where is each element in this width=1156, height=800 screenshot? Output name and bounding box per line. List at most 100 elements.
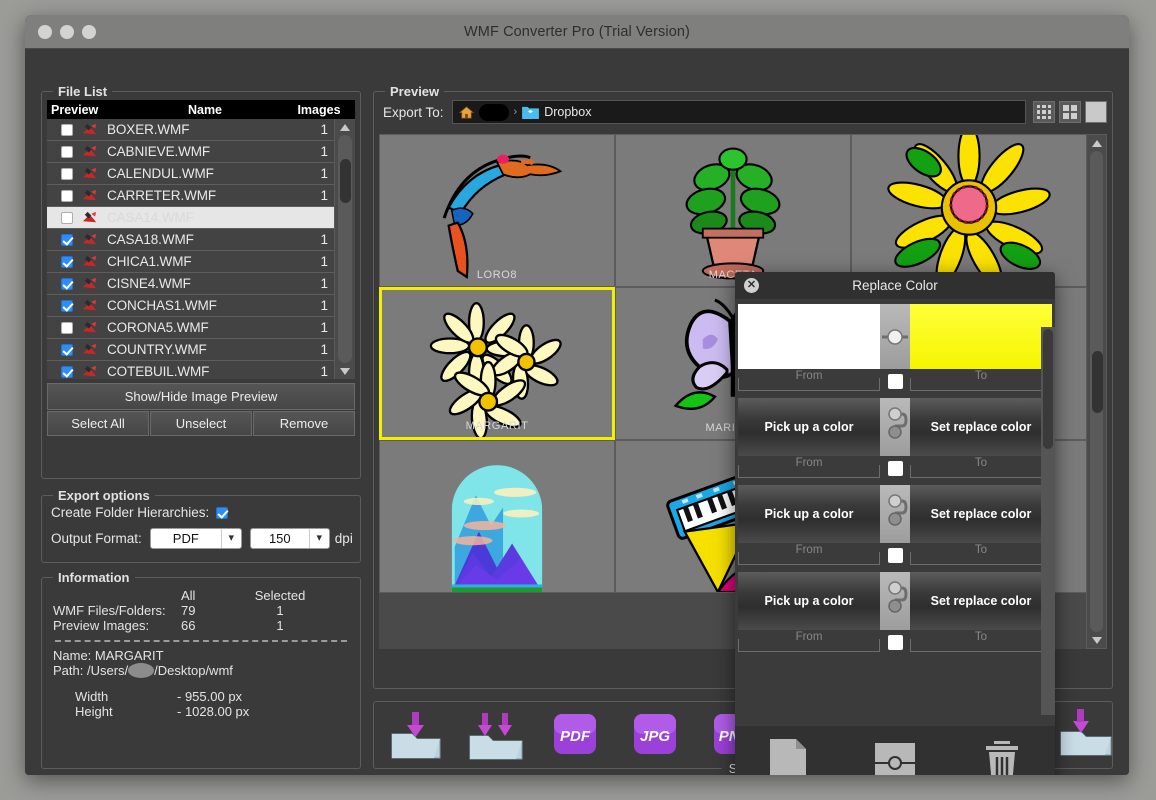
close-icon[interactable]: ✕ [744, 278, 759, 293]
to-field[interactable]: To [910, 630, 1052, 652]
from-label: From [788, 630, 830, 643]
row-enable-checkbox[interactable] [880, 460, 910, 476]
replace-color-scrollbar[interactable] [1041, 327, 1055, 715]
row-checkbox[interactable] [61, 365, 73, 378]
wmf-file-icon [82, 343, 97, 355]
view-mode-grid-2x2-button[interactable] [1059, 101, 1081, 123]
table-row[interactable]: COUNTRY.WMF 1 [47, 339, 334, 361]
info-path-suffix: /Desktop/wmf [154, 663, 233, 678]
set-replace-color-button[interactable]: Set replace color [910, 572, 1052, 630]
show-hide-image-preview-button[interactable]: Show/Hide Image Preview [47, 383, 355, 410]
pick-up-a-color-button[interactable]: Pick up a color [738, 398, 880, 456]
row-checkbox[interactable] [61, 123, 73, 136]
table-row[interactable]: CASA14.WMF [47, 207, 334, 229]
thumbnail-item[interactable]: LORO8 [379, 134, 615, 287]
info-width-value: - 955.00 px [177, 689, 243, 704]
table-row[interactable]: BOXER.WMF 1 [47, 119, 334, 141]
remove-button[interactable]: Remove [253, 411, 355, 436]
color-link-knob-icon[interactable] [880, 485, 910, 543]
table-row[interactable]: CABNIEVE.WMF 1 [47, 141, 334, 163]
row-checkbox[interactable] [61, 145, 73, 158]
table-row[interactable]: CISNE4.WMF 1 [47, 273, 334, 295]
row-checkbox[interactable] [61, 343, 73, 356]
pick-up-a-color-button[interactable]: Pick up a color [738, 485, 880, 543]
thumbnail-item[interactable] [379, 440, 615, 593]
from-field[interactable]: From [738, 630, 880, 652]
scroll-up-arrow-icon[interactable] [335, 119, 355, 135]
output-format-select[interactable]: PDF ▾ [149, 528, 242, 549]
row-checkbox[interactable] [61, 189, 73, 202]
unselect-button[interactable]: Unselect [150, 411, 252, 436]
row-enable-checkbox[interactable] [880, 373, 910, 389]
row-checkbox[interactable] [61, 233, 73, 246]
preview-scroll-track[interactable] [1090, 151, 1103, 632]
table-row[interactable]: CORONA5.WMF 1 [47, 317, 334, 339]
table-row[interactable]: CASA18.WMF 1 [47, 229, 334, 251]
table-row[interactable]: CHICA1.WMF 1 [47, 251, 334, 273]
column-name: Name [187, 102, 223, 117]
color-link-control[interactable] [880, 485, 910, 543]
from-field[interactable]: From [738, 369, 880, 391]
row-checkbox[interactable] [61, 255, 73, 268]
file-list-scrollbar[interactable] [334, 119, 355, 379]
color-link-knob-icon[interactable] [880, 398, 910, 456]
row-checkbox[interactable] [61, 299, 73, 312]
export-path-field[interactable]: › Dropbox [451, 100, 1026, 124]
create-folder-hierarchies-checkbox[interactable] [216, 506, 229, 519]
row-checkbox[interactable] [61, 211, 73, 224]
color-link-control[interactable] [880, 572, 910, 630]
daisies-artwork [429, 302, 562, 437]
from-field[interactable]: From [738, 456, 880, 478]
from-field[interactable]: From [738, 543, 880, 565]
color-link-control[interactable] [880, 398, 910, 456]
file-list-scroll-thumb[interactable] [340, 159, 351, 203]
file-list-scroll-track[interactable] [338, 135, 352, 363]
set-replace-color-button[interactable]: Set replace color [910, 485, 1052, 543]
to-color-swatch[interactable] [910, 304, 1052, 369]
view-mode-single-button[interactable] [1085, 101, 1107, 123]
row-enable-checkbox[interactable] [880, 634, 910, 650]
thumbnail-item[interactable]: MARGARIT [379, 287, 615, 440]
window-titlebar: WMF Converter Pro (Trial Version) [25, 15, 1129, 49]
output-format-label: Output Format: [51, 531, 142, 546]
row-checkbox[interactable] [61, 167, 73, 180]
preview-scrollbar[interactable] [1086, 134, 1107, 649]
view-mode-grid-3x3-button[interactable] [1033, 101, 1055, 123]
color-link-knob-icon[interactable] [880, 572, 910, 630]
save-as-jpg-icon[interactable]: JPG [628, 708, 684, 762]
table-row[interactable]: COTEBUIL.WMF 1 [47, 361, 334, 379]
thumbnail-item[interactable] [851, 134, 1087, 287]
save-as-pdf-icon[interactable]: PDF [548, 708, 604, 762]
scroll-down-arrow-icon[interactable] [1087, 632, 1106, 648]
to-field[interactable]: To [910, 456, 1052, 478]
to-field[interactable]: To [910, 369, 1052, 391]
scroll-up-arrow-icon[interactable] [1087, 135, 1106, 151]
thumbnail-item[interactable]: MACETA [615, 134, 851, 287]
table-row[interactable]: CALENDUL.WMF 1 [47, 163, 334, 185]
save-to-folders-icon[interactable] [468, 708, 524, 762]
select-all-button[interactable]: Select All [47, 411, 149, 436]
row-enable-checkbox[interactable] [880, 547, 910, 563]
row-checkbox[interactable] [61, 321, 73, 334]
color-link-knob-icon[interactable] [880, 304, 910, 369]
pick-up-a-color-button[interactable]: Pick up a color [738, 572, 880, 630]
set-replace-color-button[interactable]: Set replace color [910, 398, 1052, 456]
save-to-folder-icon[interactable] [388, 708, 444, 762]
scroll-down-arrow-icon[interactable] [335, 363, 355, 379]
delete-trash-icon[interactable] [974, 735, 1030, 775]
to-field[interactable]: To [910, 543, 1052, 565]
info-files-label: WMF Files/Folders: [53, 603, 166, 618]
information-header: All Selected [53, 588, 349, 603]
preview-scroll-thumb[interactable] [1092, 351, 1103, 413]
from-color-swatch[interactable] [738, 304, 880, 369]
replace-color-icon[interactable] [867, 735, 923, 775]
table-row[interactable]: CONCHAS1.WMF 1 [47, 295, 334, 317]
table-row[interactable]: CARRETER.WMF 1 [47, 185, 334, 207]
row-checkbox[interactable] [61, 277, 73, 290]
file-list-legend: File List [53, 84, 113, 99]
dpi-select[interactable]: 150 ▾ [249, 528, 330, 549]
color-link-control[interactable] [880, 304, 910, 369]
save-extra-icon[interactable] [1057, 704, 1113, 758]
output-format-value: PDF [172, 531, 199, 546]
new-document-icon[interactable] [760, 735, 816, 775]
